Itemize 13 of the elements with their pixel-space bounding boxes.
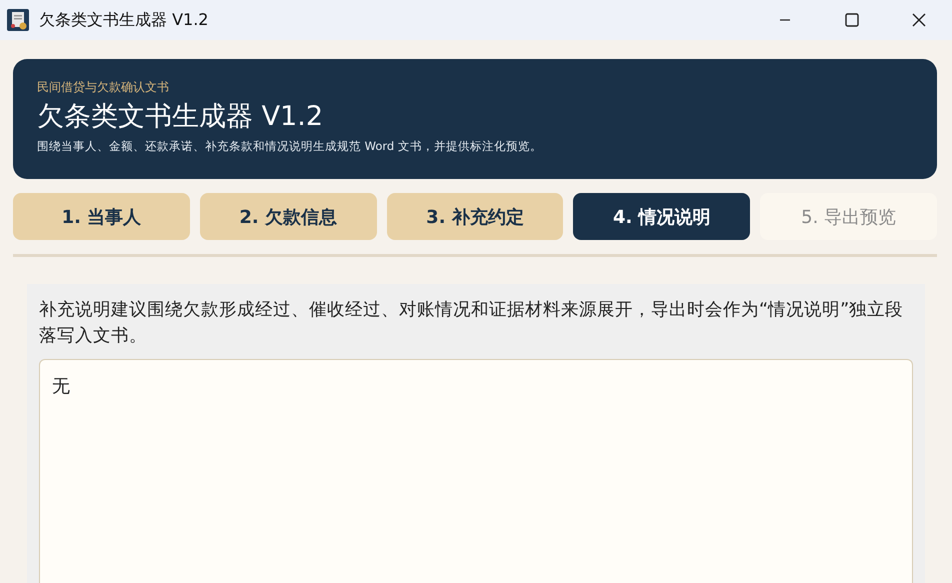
- maximize-icon: [844, 13, 858, 27]
- window-title: 欠条类文书生成器 V1.2: [39, 10, 208, 30]
- hint-text: 补充说明建议围绕欠款形成经过、催收经过、对账情况和证据材料来源展开，导出时会作为“情况说明”独立段落写入文书。: [39, 299, 904, 348]
- header-subtitle: 围绕当事人、金额、还款承诺、补充条款和情况说明生成规范 Word 文书，并提供标注化预览。: [37, 139, 542, 154]
- header-eyebrow: 民间借贷与欠款确认文书: [37, 79, 169, 96]
- description-textarea[interactable]: 无: [39, 359, 913, 583]
- step-tab[interactable]: 1. 当事人: [13, 193, 190, 240]
- step-tab[interactable]: 3. 补充约定: [386, 193, 564, 240]
- step-tab[interactable]: 4. 情况说明: [573, 193, 750, 240]
- step-tab[interactable]: 2. 欠款信息: [200, 193, 377, 240]
- header-title: 欠条类文书生成器 V1.2: [37, 101, 323, 134]
- app-icon: [7, 9, 29, 31]
- close-icon: [912, 13, 926, 27]
